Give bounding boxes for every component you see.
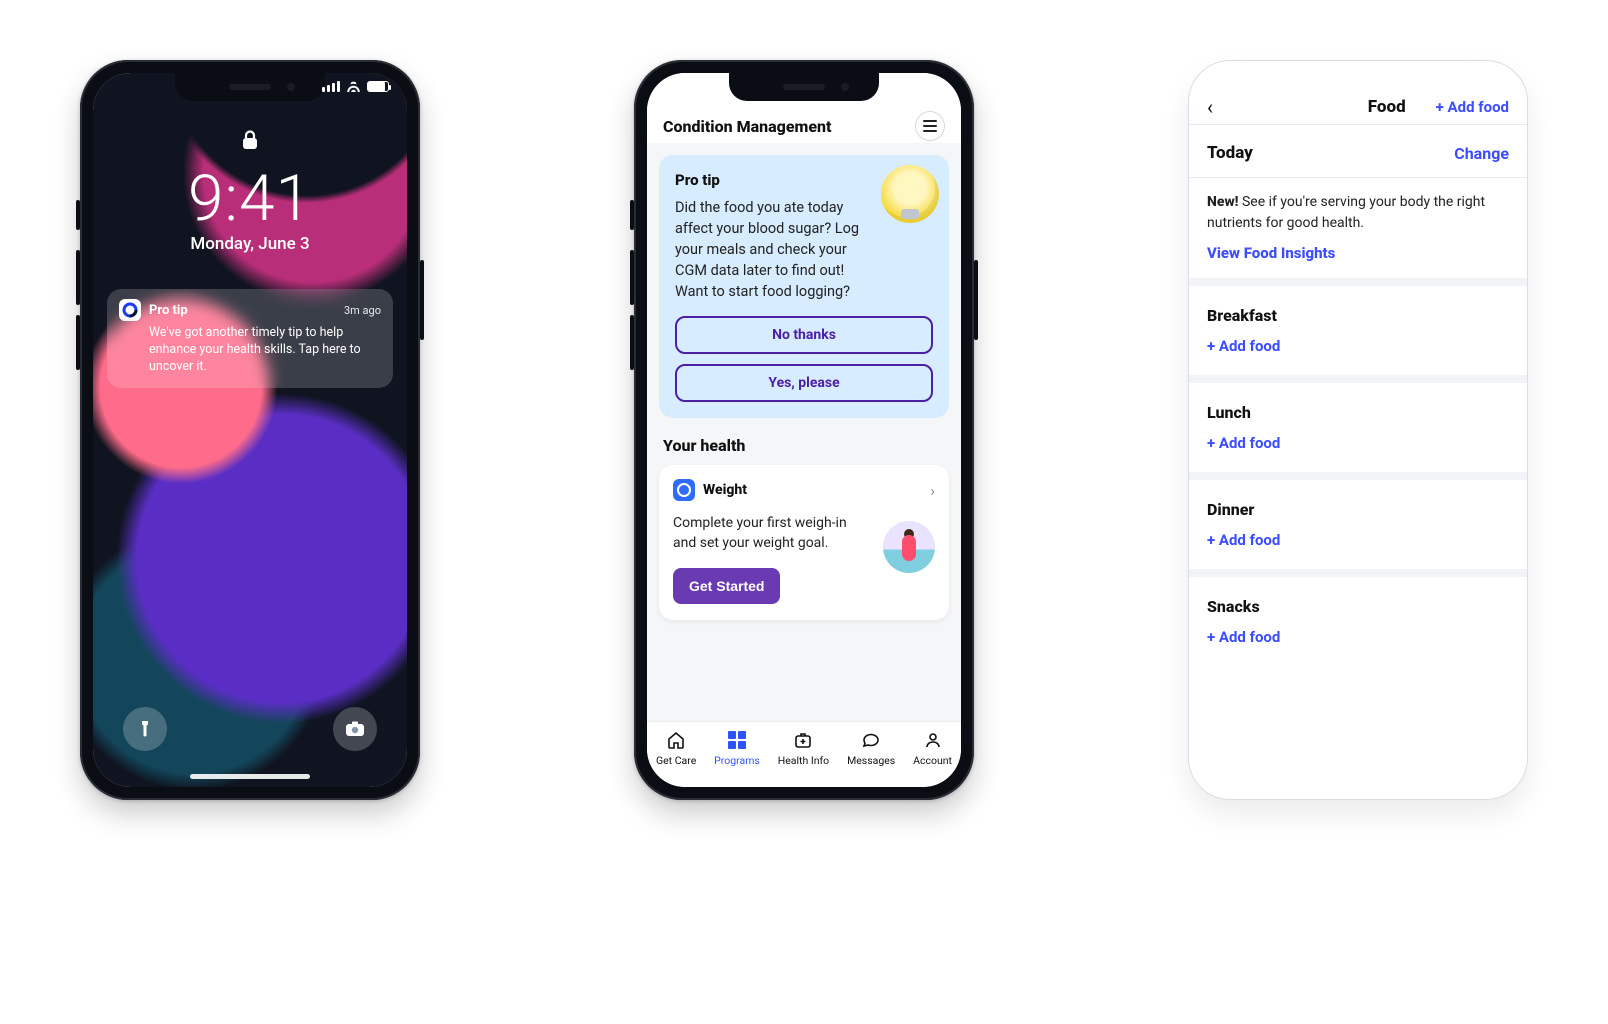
device-notch <box>175 73 325 101</box>
phone-food-log: ‹ Food + Add food Today Change New! See … <box>1188 60 1528 800</box>
weight-card-title: Weight <box>703 482 747 498</box>
app-icon <box>119 299 141 321</box>
pro-tip-body: Did the food you ate today affect your b… <box>675 197 865 302</box>
notification-title: Pro tip <box>149 303 188 318</box>
tab-label: Health Info <box>778 754 829 767</box>
scale-icon <box>673 479 695 501</box>
food-header: ‹ Food + Add food <box>1189 61 1527 125</box>
meal-section-lunch: Lunch + Add food <box>1189 383 1527 480</box>
back-button[interactable]: ‹ <box>1207 95 1213 119</box>
battery-icon <box>367 81 389 92</box>
food-insight-banner: New! See if you're serving your body the… <box>1189 178 1527 286</box>
home-icon <box>666 730 686 750</box>
tab-programs[interactable]: Programs <box>714 730 760 767</box>
tab-label: Programs <box>714 754 760 767</box>
phone-lockscreen: 9:41 Monday, June 3 Pro tip 3m ago We've… <box>80 60 420 800</box>
your-health-heading: Your health <box>663 436 945 455</box>
get-started-button[interactable]: Get Started <box>673 568 780 604</box>
notification-body: We've got another timely tip to help enh… <box>119 325 381 376</box>
pro-tip-card: Pro tip Did the food you ate today affec… <box>659 155 949 418</box>
chat-icon <box>861 730 881 750</box>
add-food-button[interactable]: + Add food <box>1207 531 1280 549</box>
notification-time: 3m ago <box>344 304 381 317</box>
menu-button[interactable] <box>915 111 945 141</box>
cellular-icon <box>322 81 340 92</box>
phone-condition-management: Condition Management Pro tip Did the foo… <box>634 60 974 800</box>
grid-icon <box>728 730 746 750</box>
medkit-icon <box>793 730 813 750</box>
lightbulb-icon <box>881 165 939 223</box>
date-label: Today <box>1207 143 1253 163</box>
weight-illustration <box>883 521 935 573</box>
meal-section-breakfast: Breakfast + Add food <box>1189 286 1527 383</box>
change-date-button[interactable]: Change <box>1454 144 1509 163</box>
lock-time: 9:41 <box>93 161 407 236</box>
lock-date: Monday, June 3 <box>93 234 407 254</box>
meal-name: Breakfast <box>1207 306 1509 325</box>
no-thanks-button[interactable]: No thanks <box>675 316 933 354</box>
meal-name: Dinner <box>1207 500 1509 519</box>
device-notch <box>729 73 879 101</box>
tab-label: Messages <box>847 754 895 767</box>
lock-icon <box>241 129 259 151</box>
yes-please-button[interactable]: Yes, please <box>675 364 933 402</box>
weight-card-body: Complete your first weigh-in and set you… <box>673 513 853 554</box>
status-bar <box>322 81 389 92</box>
date-row: Today Change <box>1189 125 1527 178</box>
add-food-button[interactable]: + Add food <box>1207 628 1280 646</box>
add-food-button[interactable]: + Add food <box>1207 337 1280 355</box>
chevron-right-icon: › <box>930 481 935 500</box>
tab-health-info[interactable]: Health Info <box>778 730 829 767</box>
view-food-insights-link[interactable]: View Food Insights <box>1207 244 1335 262</box>
tab-account[interactable]: Account <box>913 730 952 767</box>
tab-messages[interactable]: Messages <box>847 730 895 767</box>
tab-label: Account <box>913 754 952 767</box>
meal-section-dinner: Dinner + Add food <box>1189 480 1527 577</box>
meal-name: Snacks <box>1207 597 1509 616</box>
tab-get-care[interactable]: Get Care <box>656 730 696 767</box>
page-title: Condition Management <box>663 117 832 136</box>
weight-card[interactable]: Weight › Complete your first weigh-in an… <box>659 465 949 620</box>
person-icon <box>923 730 943 750</box>
meal-section-snacks: Snacks + Add food <box>1189 577 1527 666</box>
insight-text: New! See if you're serving your body the… <box>1207 192 1509 234</box>
lock-notification[interactable]: Pro tip 3m ago We've got another timely … <box>107 289 393 388</box>
flashlight-button[interactable] <box>123 707 167 751</box>
camera-button[interactable] <box>333 707 377 751</box>
tab-bar: Get Care Programs Health Info Messa <box>647 721 961 787</box>
meal-name: Lunch <box>1207 403 1509 422</box>
add-food-button[interactable]: + Add food <box>1207 434 1280 452</box>
page-title: Food <box>1368 97 1406 117</box>
wifi-icon <box>346 81 361 92</box>
tab-label: Get Care <box>656 754 696 767</box>
add-food-top-button[interactable]: + Add food <box>1436 98 1509 116</box>
home-indicator[interactable] <box>190 774 310 779</box>
